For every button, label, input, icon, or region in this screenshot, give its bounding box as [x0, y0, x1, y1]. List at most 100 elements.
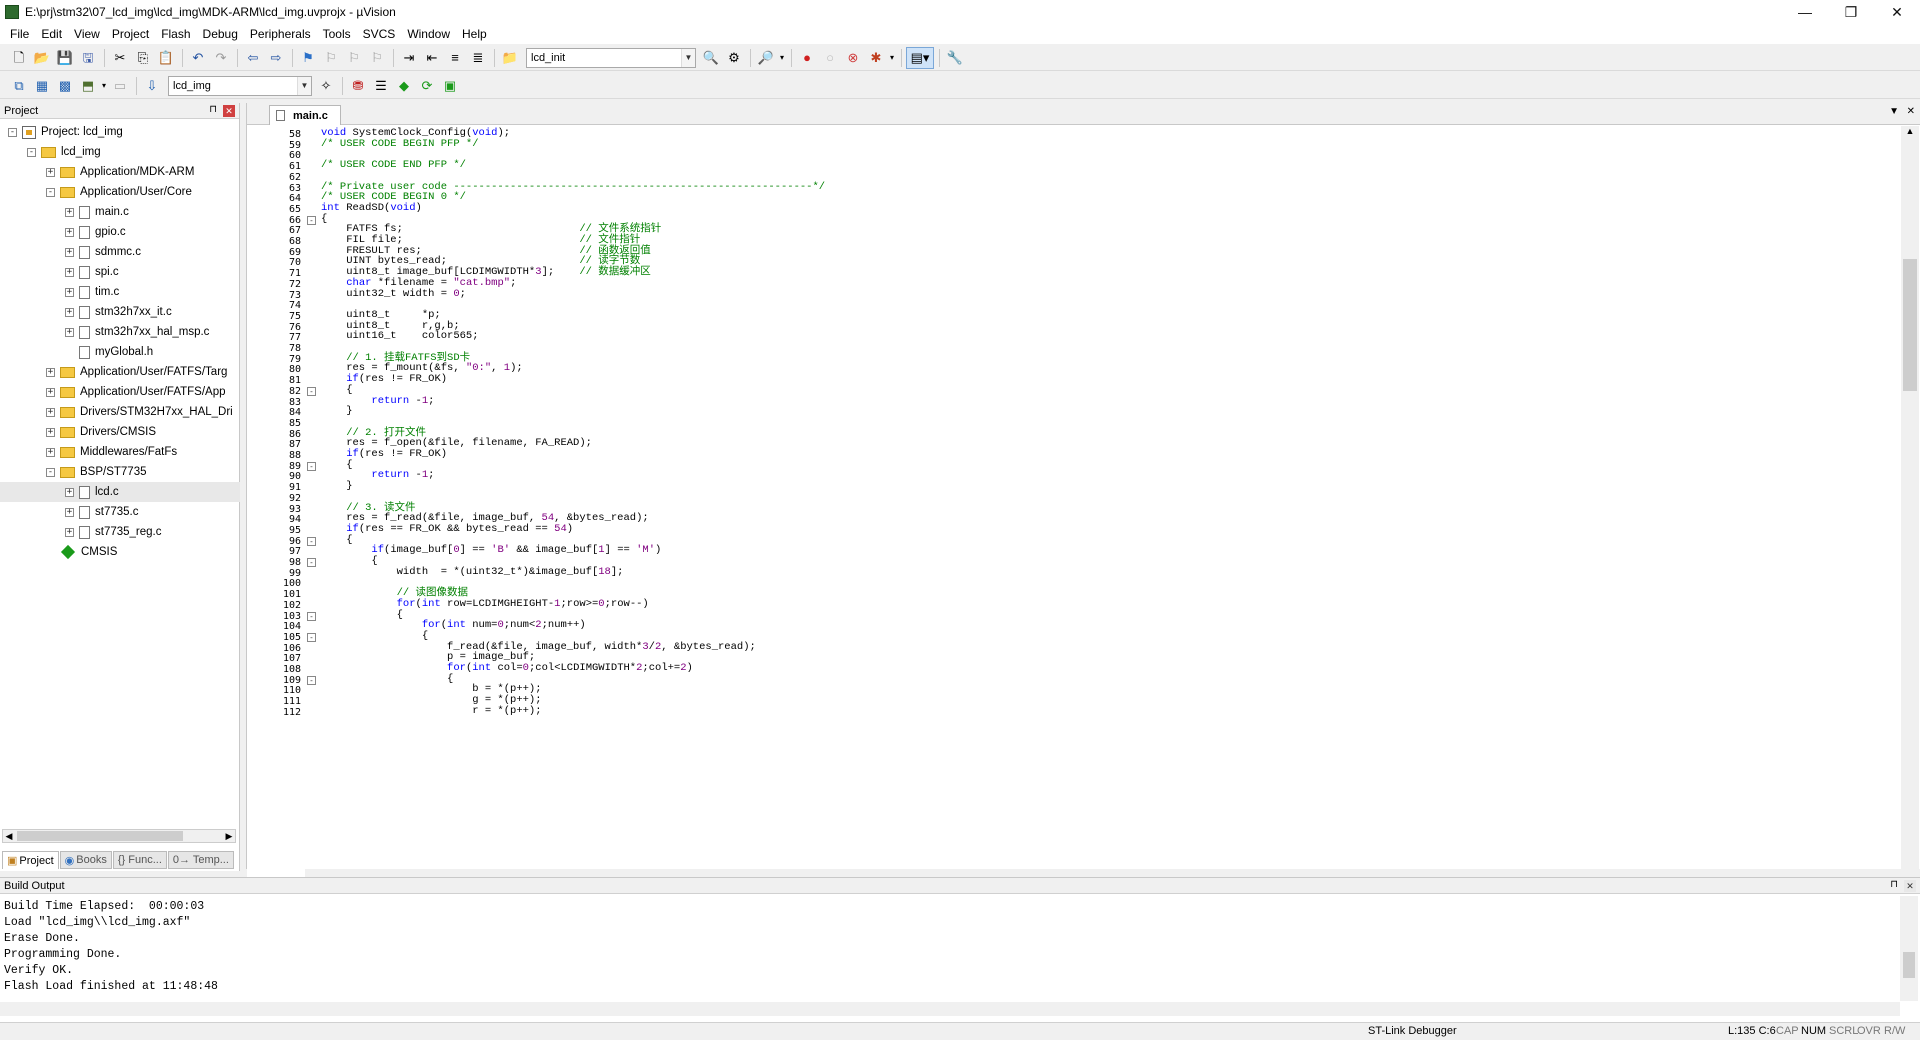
project-horizontal-scrollbar[interactable]: ◀ ▶ — [2, 829, 236, 843]
breakpoint-kill-all-icon[interactable]: ✱ — [865, 47, 887, 69]
paste-icon[interactable]: 📋 — [155, 47, 177, 69]
target-combo[interactable]: lcd_img ▼ — [168, 75, 312, 96]
tree-item[interactable]: + st7735_reg.c — [0, 522, 240, 542]
expand-icon[interactable]: + — [46, 387, 55, 397]
minimize-button[interactable]: — — [1782, 0, 1828, 24]
stop-build-icon[interactable]: ▭ — [109, 75, 131, 97]
open-folder-icon[interactable]: 📂 — [31, 47, 53, 69]
close-icon[interactable]: ✕ — [223, 105, 235, 117]
tree-item[interactable]: + tim.c — [0, 282, 240, 302]
save-all-icon[interactable]: 🖫 — [77, 47, 99, 69]
expand-icon[interactable]: + — [65, 527, 74, 537]
copy-icon[interactable]: ⎘ — [132, 47, 154, 69]
unindent-icon[interactable]: ⇤ — [421, 47, 443, 69]
tree-item[interactable]: + stm32h7xx_hal_msp.c — [0, 322, 240, 342]
expand-icon[interactable]: + — [46, 447, 55, 457]
target-options-icon[interactable]: ✧ — [315, 75, 337, 97]
expand-icon[interactable]: + — [46, 367, 55, 377]
menu-help[interactable]: Help — [456, 24, 493, 44]
scrollbar-thumb[interactable] — [1903, 259, 1917, 391]
bookmark-toggle-icon[interactable]: ⚑ — [297, 47, 319, 69]
build-horizontal-scrollbar[interactable] — [0, 1002, 1900, 1016]
tab-books[interactable]: ◉ Books — [59, 851, 112, 869]
tree-item[interactable]: + st7735.c — [0, 502, 240, 522]
tree-item[interactable]: + gpio.c — [0, 222, 240, 242]
tree-item[interactable]: + Drivers/CMSIS — [0, 422, 240, 442]
save-icon[interactable]: 💾 — [54, 47, 76, 69]
tree-item[interactable]: + spi.c — [0, 262, 240, 282]
expand-icon[interactable]: + — [46, 167, 55, 177]
close-button[interactable]: ✕ — [1874, 0, 1920, 24]
tab-main-c[interactable]: main.c — [269, 105, 341, 125]
build-icon[interactable]: ▦ — [31, 75, 53, 97]
tab-list-chevron-icon[interactable]: ▼ — [1889, 106, 1899, 117]
find-in-files-icon[interactable]: 📁 — [499, 47, 521, 69]
batch-build-icon[interactable]: ⬒ — [77, 75, 99, 97]
chevron-down-icon[interactable]: ▾ — [888, 47, 896, 69]
chevron-down-icon[interactable]: ▼ — [297, 76, 311, 95]
menu-view[interactable]: View — [68, 24, 106, 44]
tree-item[interactable]: + Drivers/STM32H7xx_HAL_Dri — [0, 402, 240, 422]
bookmark-next-icon[interactable]: ⚐ — [343, 47, 365, 69]
chevron-down-icon[interactable]: ▼ — [681, 48, 695, 67]
pin-icon[interactable]: ⊓ — [1890, 879, 1898, 890]
tab-templates[interactable]: 0→ Temp... — [167, 851, 234, 869]
expand-icon[interactable]: + — [46, 407, 55, 417]
menu-peripherals[interactable]: Peripherals — [244, 24, 317, 44]
collapse-icon[interactable]: - — [27, 147, 36, 157]
configure-icon[interactable]: 🔧 — [944, 47, 966, 69]
breakpoint-insert-icon[interactable]: ● — [796, 47, 818, 69]
fold-toggle-icon[interactable]: - — [307, 215, 316, 225]
tree-item[interactable]: + Application/MDK-ARM — [0, 162, 240, 182]
tree-item[interactable]: + main.c — [0, 202, 240, 222]
bookmark-prev-icon[interactable]: ⚐ — [320, 47, 342, 69]
maximize-button[interactable]: ❐ — [1828, 0, 1874, 24]
pin-icon[interactable]: ⊓ — [209, 104, 217, 115]
tree-item[interactable]: + stm32h7xx_it.c — [0, 302, 240, 322]
collapse-icon[interactable]: - — [46, 187, 55, 197]
expand-icon[interactable]: + — [65, 507, 74, 517]
uncomment-icon[interactable]: ≣ — [467, 47, 489, 69]
select-packs-icon[interactable]: ☰ — [370, 75, 392, 97]
expand-icon[interactable]: + — [65, 287, 74, 297]
undo-icon[interactable]: ↶ — [187, 47, 209, 69]
nav-back-icon[interactable]: ⇦ — [242, 47, 264, 69]
editor-vertical-scrollbar[interactable]: ▲ ▼ — [1901, 126, 1919, 953]
redo-icon[interactable]: ↷ — [210, 47, 232, 69]
expand-icon[interactable]: + — [65, 207, 74, 217]
fold-toggle-icon[interactable]: - — [307, 675, 316, 685]
tab-project[interactable]: ▣ Project — [2, 851, 59, 869]
expand-icon[interactable]: + — [46, 427, 55, 437]
tree-item[interactable]: + sdmmc.c — [0, 242, 240, 262]
tab-functions[interactable]: {} Func... — [112, 851, 167, 869]
menu-project[interactable]: Project — [106, 24, 155, 44]
update-packs-icon[interactable]: ⟳ — [416, 75, 438, 97]
menu-debug[interactable]: Debug — [197, 24, 244, 44]
close-icon[interactable]: ✕ — [1904, 880, 1916, 892]
translate-icon[interactable]: ⧉ — [8, 75, 30, 97]
breakpoint-enable-icon[interactable]: ○ — [819, 47, 841, 69]
scrollbar-thumb[interactable] — [1903, 952, 1915, 978]
debug-session-icon[interactable]: 🔎 — [755, 47, 777, 69]
new-file-icon[interactable]: 🗋 — [8, 47, 30, 69]
find-icon[interactable]: 🔍 — [700, 47, 722, 69]
menu-edit[interactable]: Edit — [35, 24, 68, 44]
code-view[interactable]: 58 59 60 61 62 63 64 65 66-67 68 69 70 71 72 73 74 75 76 7… — [247, 126, 1901, 953]
tree-item[interactable]: - Project: lcd_img — [0, 122, 240, 142]
tree-item[interactable]: + Middlewares/FatFs — [0, 442, 240, 462]
rebuild-icon[interactable]: ▩ — [54, 75, 76, 97]
menu-window[interactable]: Window — [401, 24, 456, 44]
find-combo[interactable]: lcd_init ▼ — [526, 47, 696, 68]
window-layout-icon[interactable]: ▤▾ — [906, 46, 934, 69]
tree-item[interactable]: - BSP/ST7735 — [0, 462, 240, 482]
fold-toggle-icon[interactable]: - — [307, 558, 316, 567]
expand-icon[interactable]: + — [65, 327, 74, 337]
nav-forward-icon[interactable]: ⇨ — [265, 47, 287, 69]
fold-toggle-icon[interactable]: - — [307, 461, 316, 471]
scroll-left-icon[interactable]: ◀ — [3, 830, 15, 842]
bookmark-clear-icon[interactable]: ⚐ — [366, 47, 388, 69]
menu-flash[interactable]: Flash — [155, 24, 196, 44]
run-time-environment-icon[interactable]: ▣ — [439, 75, 461, 97]
fold-toggle-icon[interactable]: - — [307, 611, 316, 621]
chevron-down-icon[interactable]: ▾ — [778, 47, 786, 69]
